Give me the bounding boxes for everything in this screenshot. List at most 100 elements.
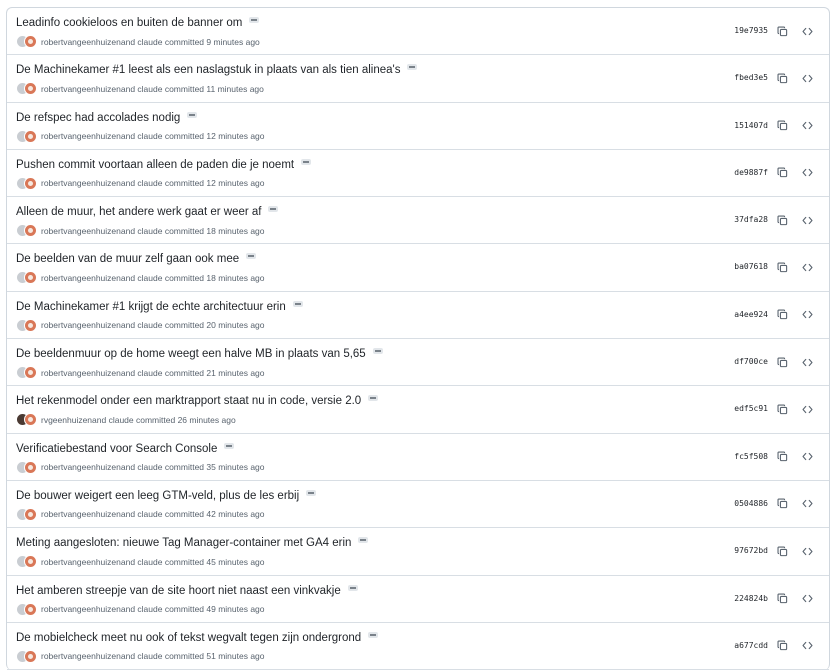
author-link[interactable]: robertvangeenhuizen — [41, 37, 121, 47]
claude-avatar[interactable] — [24, 555, 37, 569]
avatar-stack[interactable] — [16, 460, 40, 474]
copy-sha-button[interactable] — [775, 24, 789, 38]
commit-title-link[interactable]: De refspec had accolades nodig — [16, 112, 180, 124]
commit-sha-link[interactable]: a677cdd — [734, 641, 768, 650]
commit-title-link[interactable]: De bouwer weigert een leeg GTM-veld, plu… — [16, 490, 299, 502]
commit-title-link[interactable]: Alleen de muur, het andere werk gaat er … — [16, 206, 261, 218]
browse-repository-button[interactable] — [800, 450, 814, 464]
claude-avatar[interactable] — [24, 507, 37, 521]
copy-sha-button[interactable] — [775, 308, 789, 322]
browse-repository-button[interactable] — [800, 166, 814, 180]
show-description-button[interactable] — [292, 300, 303, 307]
copy-sha-button[interactable] — [775, 355, 789, 369]
avatar-stack[interactable] — [16, 224, 40, 238]
avatar-stack[interactable] — [16, 649, 40, 663]
avatar-stack[interactable] — [16, 555, 40, 569]
browse-repository-button[interactable] — [800, 639, 814, 653]
browse-repository-button[interactable] — [800, 497, 814, 511]
commit-title-link[interactable]: Verificatiebestand voor Search Console — [16, 443, 217, 455]
claude-avatar[interactable] — [24, 366, 37, 380]
copy-sha-button[interactable] — [775, 213, 789, 227]
commit-title-link[interactable]: De Machinekamer #1 leest als een naslags… — [16, 64, 400, 76]
show-description-button[interactable] — [301, 158, 312, 165]
author-link[interactable]: robertvangeenhuizen — [41, 84, 121, 94]
browse-repository-button[interactable] — [800, 402, 814, 416]
claude-avatar[interactable] — [24, 35, 37, 48]
commit-title-link[interactable]: Het rekenmodel onder een marktrapport st… — [16, 395, 361, 407]
browse-repository-button[interactable] — [800, 592, 814, 606]
claude-avatar[interactable] — [24, 271, 37, 285]
show-description-button[interactable] — [306, 489, 317, 496]
claude-avatar[interactable] — [24, 176, 37, 190]
show-description-button[interactable] — [358, 537, 369, 544]
avatar-stack[interactable] — [16, 82, 40, 96]
commit-sha-link[interactable]: de9887f — [734, 168, 768, 177]
commit-sha-link[interactable]: 0504886 — [734, 499, 768, 508]
show-description-button[interactable] — [368, 631, 379, 638]
avatar-stack[interactable] — [16, 318, 40, 332]
browse-repository-button[interactable] — [800, 71, 814, 85]
show-description-button[interactable] — [347, 584, 358, 591]
copy-sha-button[interactable] — [775, 544, 789, 558]
author-link[interactable]: robertvangeenhuizen — [41, 178, 121, 188]
commit-sha-link[interactable]: 19e7935 — [734, 26, 768, 35]
claude-avatar[interactable] — [24, 318, 37, 332]
browse-repository-button[interactable] — [800, 119, 814, 133]
browse-repository-button[interactable] — [800, 355, 814, 369]
commit-sha-link[interactable]: fbed3e5 — [734, 73, 768, 82]
copy-sha-button[interactable] — [775, 119, 789, 133]
avatar-stack[interactable] — [16, 602, 40, 616]
author-link[interactable]: robertvangeenhuizen — [41, 131, 121, 141]
commit-sha-link[interactable]: 224824b — [734, 594, 768, 603]
avatar-stack[interactable] — [16, 413, 40, 427]
claude-avatar[interactable] — [24, 460, 37, 474]
browse-repository-button[interactable] — [800, 213, 814, 227]
author-link[interactable]: robertvangeenhuizen — [41, 651, 121, 661]
commit-sha-link[interactable]: edf5c91 — [734, 404, 768, 413]
commit-sha-link[interactable]: df700ce — [734, 357, 768, 366]
claude-avatar[interactable] — [24, 602, 37, 616]
browse-repository-button[interactable] — [800, 308, 814, 322]
avatar-stack[interactable] — [16, 271, 40, 285]
copy-sha-button[interactable] — [775, 402, 789, 416]
commit-title-link[interactable]: De Machinekamer #1 krijgt de echte archi… — [16, 301, 286, 313]
copy-sha-button[interactable] — [775, 450, 789, 464]
copy-sha-button[interactable] — [775, 592, 789, 606]
commit-title-link[interactable]: Meting aangesloten: nieuwe Tag Manager-c… — [16, 537, 351, 549]
claude-avatar[interactable] — [24, 649, 37, 663]
copy-sha-button[interactable] — [775, 166, 789, 180]
commit-sha-link[interactable]: a4ee924 — [734, 310, 768, 319]
show-description-button[interactable] — [224, 442, 235, 449]
avatar-stack[interactable] — [16, 366, 40, 380]
commit-title-link[interactable]: Pushen commit voortaan alleen de paden d… — [16, 159, 294, 171]
commit-title-link[interactable]: Leadinfo cookieloos en buiten de banner … — [16, 17, 242, 29]
author-link[interactable]: robertvangeenhuizen — [41, 604, 121, 614]
author-link[interactable]: robertvangeenhuizen — [41, 509, 121, 519]
commit-title-link[interactable]: De beelden van de muur zelf gaan ook mee — [16, 253, 239, 265]
commit-title-link[interactable]: De beeldenmuur op de home weegt een halv… — [16, 348, 366, 360]
show-description-button[interactable] — [249, 17, 260, 23]
avatar-stack[interactable] — [16, 176, 40, 190]
avatar-stack[interactable] — [16, 507, 40, 521]
claude-avatar[interactable] — [24, 413, 37, 427]
claude-avatar[interactable] — [24, 82, 37, 96]
commit-sha-link[interactable]: 97672bd — [734, 546, 768, 555]
browse-repository-button[interactable] — [800, 544, 814, 558]
browse-repository-button[interactable] — [800, 260, 814, 274]
show-description-button[interactable] — [407, 64, 418, 71]
commit-sha-link[interactable]: 37dfa28 — [734, 215, 768, 224]
author-link[interactable]: robertvangeenhuizen — [41, 320, 121, 330]
author-link[interactable]: robertvangeenhuizen — [41, 368, 121, 378]
commit-sha-link[interactable]: ba07618 — [734, 262, 768, 271]
author-link[interactable]: robertvangeenhuizen — [41, 557, 121, 567]
show-description-button[interactable] — [246, 253, 257, 260]
show-description-button[interactable] — [187, 111, 198, 118]
commit-sha-link[interactable]: fc5f508 — [734, 452, 768, 461]
author-link[interactable]: robertvangeenhuizen — [41, 462, 121, 472]
claude-avatar[interactable] — [24, 129, 37, 143]
commit-title-link[interactable]: De mobielcheck meet nu ook of tekst wegv… — [16, 632, 361, 644]
claude-avatar[interactable] — [24, 224, 37, 238]
copy-sha-button[interactable] — [775, 260, 789, 274]
commit-title-link[interactable]: Het amberen streepje van de site hoort n… — [16, 585, 341, 597]
copy-sha-button[interactable] — [775, 71, 789, 85]
